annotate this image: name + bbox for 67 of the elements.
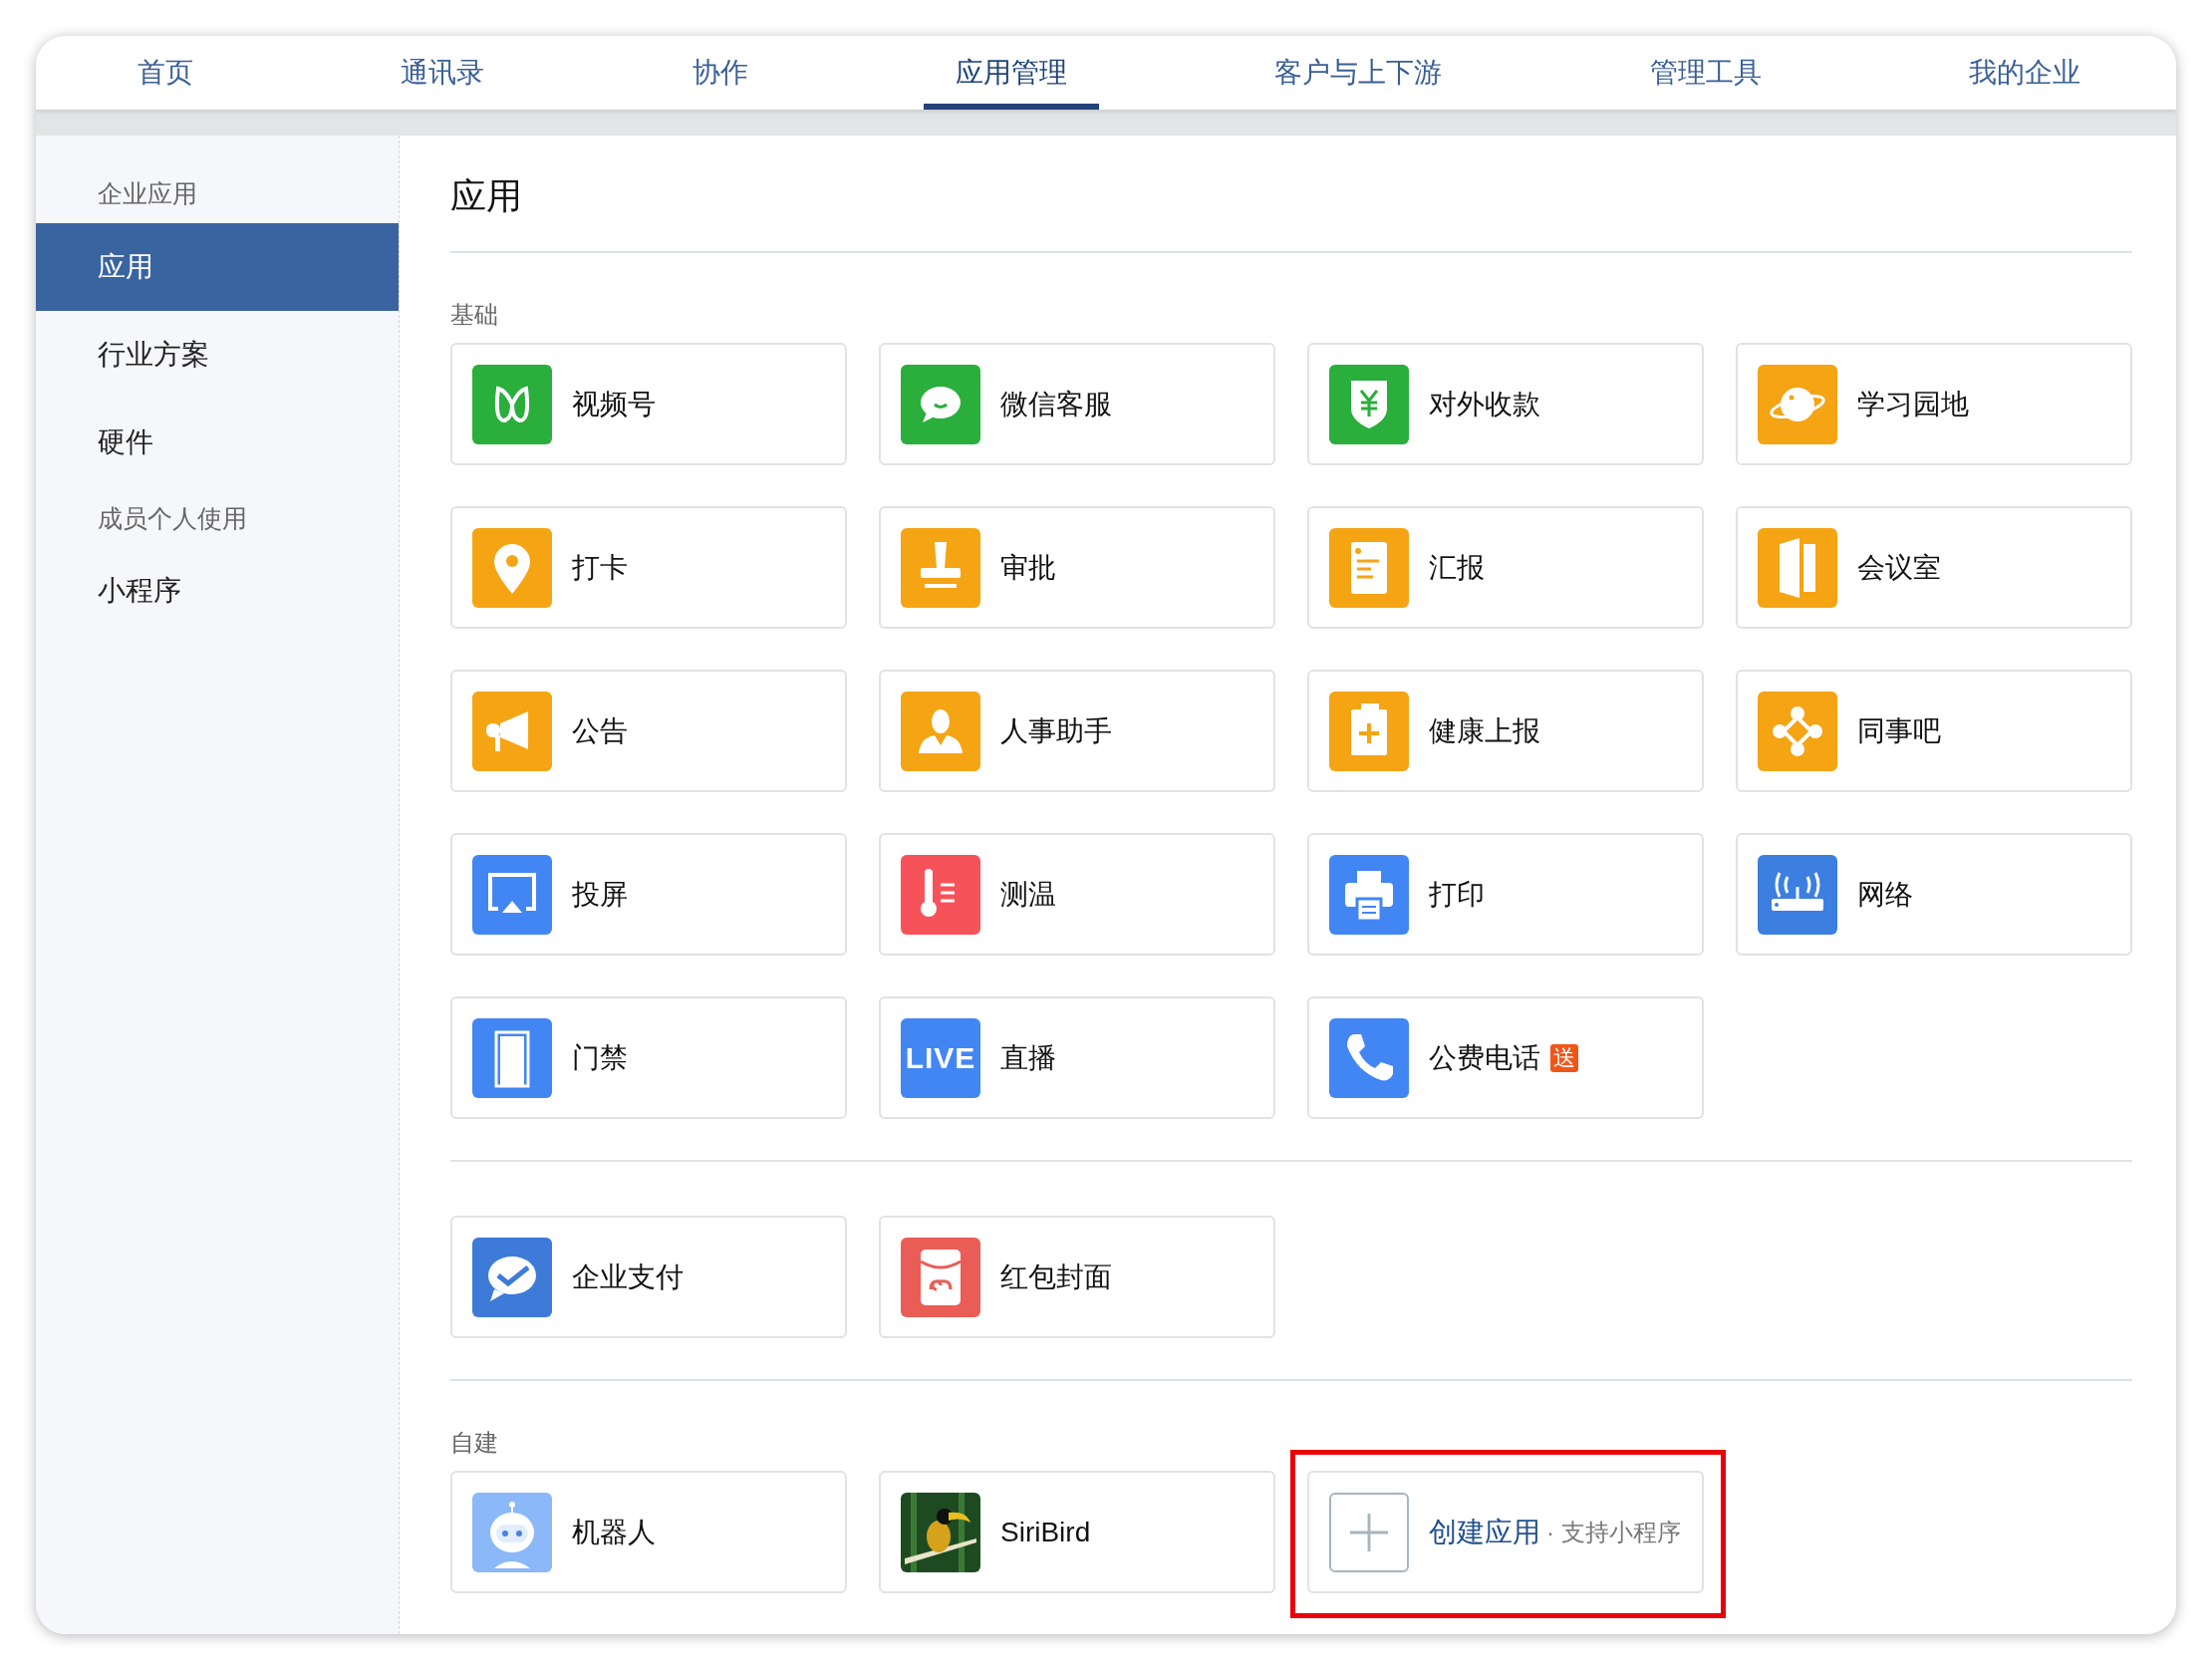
app-name: 公费电话	[1429, 1040, 1540, 1075]
app-name: 机器人	[572, 1515, 656, 1549]
sidebar-heading: 企业应用	[97, 178, 198, 209]
sidebar-heading: 成员个人使用	[97, 502, 248, 534]
nav-tab[interactable]: 协作	[660, 36, 780, 110]
sidebar-item[interactable]: 行业方案	[36, 310, 399, 399]
app-tile[interactable]: 门禁	[450, 996, 847, 1119]
sidebar-item[interactable]: 硬件	[36, 398, 399, 486]
app-name: 汇报	[1429, 550, 1485, 585]
plus-icon	[1329, 1492, 1409, 1572]
app-name: SiriBird	[1000, 1515, 1091, 1549]
app-tile[interactable]: 汇报	[1307, 506, 1704, 629]
app-tile[interactable]: 企业支付	[450, 1216, 847, 1338]
app-tile[interactable]: 对外收款	[1307, 343, 1704, 465]
nav-tab[interactable]: 客户与上下游	[1243, 36, 1475, 110]
app-name: 网络	[1857, 877, 1913, 912]
app-tile[interactable]: 公告	[450, 670, 847, 792]
create-app-hint: · 支持小程序	[1546, 1517, 1681, 1547]
app-name: 测温	[1000, 877, 1056, 912]
app-name: 投屏	[572, 877, 628, 912]
create-app-tile[interactable]: 创建应用 · 支持小程序	[1307, 1471, 1704, 1593]
nav-tab[interactable]: 管理工具	[1617, 36, 1794, 110]
app-name: 会议室	[1857, 550, 1941, 585]
app-name: 同事吧	[1857, 713, 1941, 748]
nav-tab[interactable]: 通讯录	[369, 36, 517, 110]
app-tile[interactable]: 测温	[879, 833, 1275, 956]
app-tile[interactable]: 打卡	[450, 506, 847, 629]
app-tile[interactable]: 机器人	[450, 1471, 847, 1593]
app-tile[interactable]: 视频号	[450, 343, 847, 465]
app-name: 企业支付	[572, 1259, 684, 1294]
app-name: 审批	[1000, 550, 1056, 585]
app-tile[interactable]: 红包封面	[879, 1216, 1275, 1338]
page-title: 应用	[450, 136, 2132, 253]
app-tile[interactable]: 健康上报	[1307, 670, 1704, 792]
app-name: 人事助手	[1000, 713, 1112, 748]
app-tile[interactable]: 微信客服	[879, 343, 1275, 465]
app-tile[interactable]: LIVE 直播	[879, 996, 1275, 1119]
nav-tab[interactable]: 我的企业	[1936, 36, 2112, 110]
app-tile[interactable]: 人事助手	[879, 670, 1275, 792]
app-name: 微信客服	[1000, 387, 1112, 421]
section-label: 基础	[450, 300, 499, 330]
app-name: 视频号	[572, 387, 656, 421]
app-name: 对外收款	[1429, 387, 1540, 421]
app-tile[interactable]: 学习园地	[1736, 343, 2132, 465]
live-icon: LIVE	[901, 1017, 980, 1098]
gift-badge: 送	[1550, 1043, 1578, 1072]
app-tile[interactable]: 会议室	[1736, 506, 2132, 629]
section-label: 自建	[450, 1428, 499, 1458]
create-app-label: 创建应用	[1429, 1515, 1540, 1549]
app-name: 公告	[572, 713, 628, 748]
app-name: 学习园地	[1857, 387, 1969, 421]
sidebar-item[interactable]: 应用	[36, 222, 399, 311]
app-name: 打卡	[572, 550, 628, 585]
app-name: 打印	[1429, 877, 1485, 912]
app-name: 健康上报	[1429, 713, 1540, 748]
app-name: 直播	[1000, 1040, 1056, 1075]
app-tile[interactable]: 网络	[1736, 833, 2132, 956]
nav-tab[interactable]: 首页	[106, 36, 225, 110]
app-tile[interactable]: SiriBird	[879, 1471, 1275, 1593]
app-tile[interactable]: 同事吧	[1736, 670, 2132, 792]
app-tile[interactable]: 公费电话 送	[1307, 996, 1704, 1119]
sidebar-item[interactable]: 小程序	[36, 547, 399, 635]
app-name: 红包封面	[1000, 1259, 1112, 1294]
app-name: 门禁	[572, 1040, 628, 1075]
app-tile[interactable]: 审批	[879, 506, 1275, 629]
app-tile[interactable]: 打印	[1307, 833, 1704, 956]
app-tile[interactable]: 投屏	[450, 833, 847, 956]
